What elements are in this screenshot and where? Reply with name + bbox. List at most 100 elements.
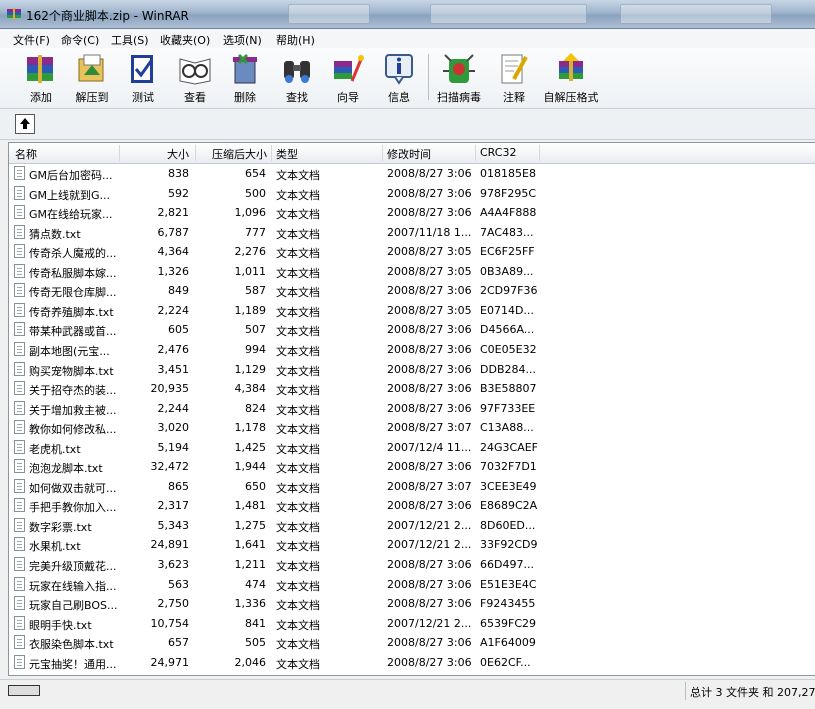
extract-to-button[interactable]: 解压到	[68, 51, 116, 105]
file-modified: 2008/8/27 3:06	[387, 342, 472, 356]
file-size: 1,326	[157, 264, 190, 278]
file-row[interactable]: GM后台加密码... 838 654 文本文档 2008/8/27 3:06 018185…	[9, 164, 815, 184]
file-row[interactable]: 猜点数.txt 6,787 777 文本文档 2007/11/18 1... 7AC483…	[9, 223, 815, 243]
file-crc: A4A4F888	[480, 206, 537, 220]
file-name: 玩家在线输入指...	[29, 579, 117, 593]
file-packed-size: 587	[245, 284, 266, 298]
comment-icon	[501, 54, 528, 84]
test-button[interactable]: 测试	[120, 51, 166, 105]
drive-icon	[8, 685, 40, 696]
column-divider[interactable]	[382, 145, 383, 161]
view-label: 查看	[184, 91, 206, 104]
sfx-button[interactable]: 自解压格式	[540, 51, 602, 105]
virus-scan-button[interactable]: 扫描病毒	[434, 51, 484, 105]
find-button[interactable]: 查找	[274, 51, 320, 105]
menu-favorites[interactable]: 收藏夹(O)	[158, 31, 212, 49]
comment-button[interactable]: 注释	[492, 51, 536, 105]
file-name: 传奇养殖脚本.txt	[29, 305, 114, 319]
file-name: 泡泡龙脚本.txt	[29, 462, 103, 476]
file-type: 文本文档	[276, 501, 320, 515]
file-row[interactable]: 水果机.txt 24,891 1,641 文本文档 2007/12/21 2... 33F…	[9, 535, 815, 555]
file-row[interactable]: 元宝抽奖！通用... 24,971 2,046 文本文档 2008/8/27 3:06 0…	[9, 653, 815, 673]
file-type: 文本文档	[276, 169, 320, 182]
file-type: 文本文档	[276, 403, 320, 417]
file-row[interactable]: 传奇无限仓库脚... 849 587 文本文档 2008/8/27 3:06 2CD97F…	[9, 281, 815, 301]
file-size: 865	[168, 479, 189, 493]
file-row[interactable]: 玩家自己刷BOS... 2,750 1,336 文本文档 2008/8/27 3:06 F…	[9, 594, 815, 614]
file-packed-size: 4,384	[234, 382, 267, 396]
sfx-icon	[559, 53, 583, 81]
column-divider[interactable]	[271, 145, 272, 161]
column-divider[interactable]	[195, 145, 196, 161]
menu-commands[interactable]: 命令(C)	[59, 31, 101, 49]
file-crc: 0E62CF...	[480, 655, 531, 669]
column-type[interactable]: 类型	[276, 146, 298, 162]
file-row[interactable]: 衣服染色脚本.txt 657 505 文本文档 2008/8/27 3:06 A1F640…	[9, 633, 815, 653]
file-row[interactable]: 手把手教你加入... 2,317 1,481 文本文档 2008/8/27 3:06 E8…	[9, 496, 815, 516]
file-type: 文本文档	[276, 344, 320, 358]
text-file-icon	[14, 596, 25, 611]
wizard-button[interactable]: 向导	[325, 51, 371, 105]
file-row[interactable]: 关于招夺杰的装... 20,935 4,384 文本文档 2008/8/27 3:06 B…	[9, 379, 815, 399]
column-divider[interactable]	[475, 145, 476, 161]
file-list[interactable]: 名称 大小 压缩后大小 类型 修改时间 CRC32 GM后台加密码... 838 6…	[8, 142, 815, 676]
file-type: 文本文档	[276, 560, 320, 573]
file-packed-size: 1,275	[234, 518, 267, 532]
column-size[interactable]: 大小	[121, 146, 189, 162]
file-row[interactable]: 副本地图(元宝... 2,476 994 文本文档 2008/8/27 3:06 C0E0…	[9, 340, 815, 360]
file-modified: 2008/8/27 3:07	[387, 421, 472, 435]
file-modified: 2008/8/27 3:05	[387, 245, 472, 259]
text-file-icon	[14, 576, 25, 591]
file-modified: 2007/12/4 11...	[387, 440, 472, 454]
menu-help[interactable]: 帮助(H)	[274, 31, 317, 49]
file-modified: 2008/8/27 3:06	[387, 597, 472, 611]
file-row[interactable]: GM在线给玩家... 2,821 1,096 文本文档 2008/8/27 3:06 A4…	[9, 203, 815, 223]
file-row[interactable]: GM上线就到G... 592 500 文本文档 2008/8/27 3:06 978F29…	[9, 184, 815, 204]
file-row[interactable]: 关于增加救主被... 2,244 824 文本文档 2008/8/27 3:06 97F7…	[9, 399, 815, 419]
text-file-icon	[14, 263, 25, 278]
column-modified[interactable]: 修改时间	[387, 146, 431, 162]
add-label: 添加	[30, 91, 52, 104]
delete-button[interactable]: 删除	[222, 51, 268, 105]
file-row[interactable]: 购买宠物脚本.txt 3,451 1,129 文本文档 2008/8/27 3:06 DD…	[9, 360, 815, 380]
title-bar[interactable]: 162个商业脚本.zip - WinRAR	[0, 0, 815, 29]
file-row[interactable]: 玩家在线输入指... 563 474 文本文档 2008/8/27 3:06 E51E3E…	[9, 575, 815, 595]
column-divider[interactable]	[539, 145, 540, 161]
file-row[interactable]: 数字彩票.txt 5,343 1,275 文本文档 2007/12/21 2... 8D6…	[9, 516, 815, 536]
file-size: 5,343	[157, 518, 190, 532]
file-row[interactable]: 如何做双击就可... 865 650 文本文档 2008/8/27 3:07 3CEE3E…	[9, 477, 815, 497]
add-button[interactable]: 添加	[18, 51, 64, 105]
file-packed-size: 1,481	[234, 499, 267, 513]
file-row[interactable]: 传奇杀人魔戒的... 4,364 2,276 文本文档 2008/8/27 3:05 EC…	[9, 242, 815, 262]
file-name: 衣服染色脚本.txt	[29, 638, 114, 652]
column-crc[interactable]: CRC32	[480, 146, 516, 159]
column-name[interactable]: 名称	[15, 146, 37, 162]
text-file-icon	[14, 283, 25, 298]
background-window-tab	[620, 4, 772, 24]
view-button[interactable]: 查看	[172, 51, 218, 105]
file-crc: A1F64009	[480, 636, 536, 650]
file-row[interactable]: 带某种武器或首... 605 507 文本文档 2008/8/27 3:06 D4566A…	[9, 320, 815, 340]
file-size: 24,891	[150, 538, 190, 552]
column-packed[interactable]: 压缩后大小	[199, 146, 267, 162]
file-modified: 2007/11/18 1...	[387, 225, 472, 239]
file-row[interactable]: 完美升级顶戴花... 3,623 1,211 文本文档 2008/8/27 3:06 66…	[9, 555, 815, 575]
file-row[interactable]: 眼明手快.txt 10,754 841 文本文档 2007/12/21 2... 6539…	[9, 614, 815, 634]
info-button[interactable]: 信息	[376, 51, 422, 105]
file-row[interactable]: 教你如何修改私... 3,020 1,178 文本文档 2008/8/27 3:07 C1…	[9, 418, 815, 438]
file-row[interactable]: 泡泡龙脚本.txt 32,472 1,944 文本文档 2008/8/27 3:06 70…	[9, 457, 815, 477]
file-row[interactable]: 传奇私服脚本嫁... 1,326 1,011 文本文档 2008/8/27 3:05 0B…	[9, 262, 815, 282]
file-row[interactable]: 老虎机.txt 5,194 1,425 文本文档 2007/12/4 11... 24G3…	[9, 438, 815, 458]
file-crc: 97F733EE	[480, 401, 536, 415]
file-packed-size: 505	[245, 636, 266, 650]
file-name: 老虎机.txt	[29, 442, 81, 456]
status-divider	[685, 682, 686, 700]
menu-options[interactable]: 选项(N)	[221, 31, 264, 49]
file-packed-size: 650	[245, 479, 266, 493]
up-folder-button[interactable]	[15, 114, 35, 134]
menu-file[interactable]: 文件(F)	[11, 31, 52, 49]
info-label: 信息	[388, 91, 410, 104]
column-divider[interactable]	[119, 145, 120, 161]
file-row[interactable]: 传奇养殖脚本.txt 2,224 1,189 文本文档 2008/8/27 3:05 E0…	[9, 301, 815, 321]
menu-tools[interactable]: 工具(S)	[109, 31, 151, 49]
